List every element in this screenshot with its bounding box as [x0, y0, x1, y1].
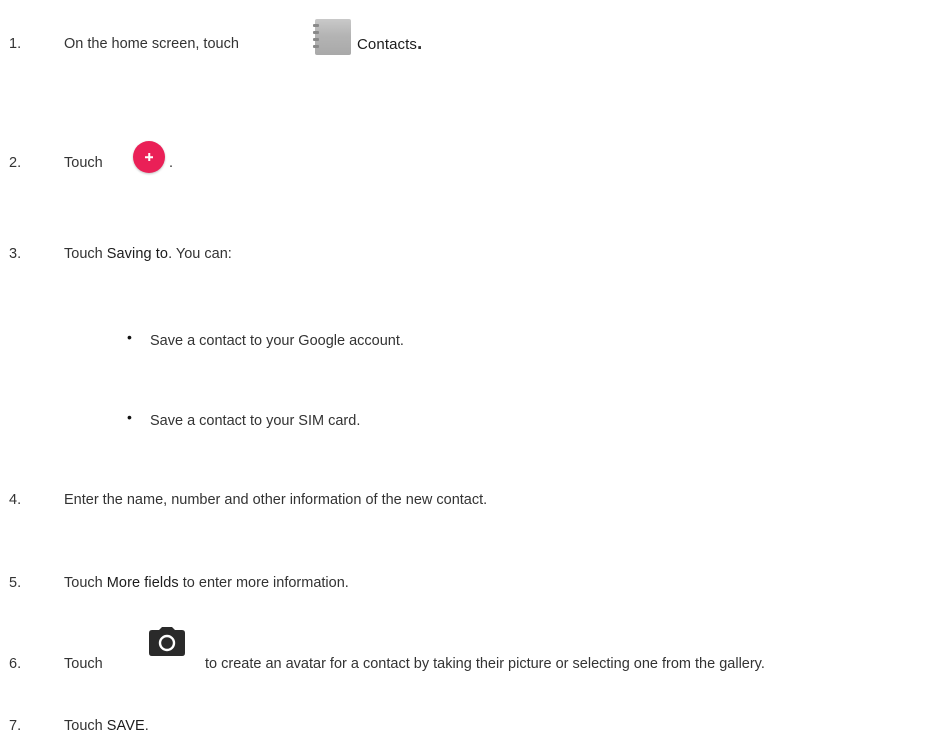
step-text: Touch Saving to. You can:	[64, 234, 232, 274]
step-text-after: .	[417, 33, 423, 54]
step-text: Touch More fields to enter more informat…	[64, 563, 349, 603]
step-text-before: Touch	[64, 155, 103, 171]
step-number: 6.	[9, 656, 22, 672]
step-3: 3. Touch Saving to. You can:	[0, 234, 927, 274]
step-text-before: Touch	[64, 718, 107, 734]
step-6: 6. Touch to create an avatar for a conta…	[0, 627, 927, 684]
save-label: SAVE	[106, 718, 145, 734]
step-text: Touch SAVE.	[64, 706, 149, 746]
saving-to-label: Saving to	[106, 246, 169, 262]
step-text-before: Touch	[64, 246, 107, 262]
step-number: 2.	[9, 155, 22, 171]
bullet-symbol: •	[127, 409, 132, 425]
step-number: 3.	[9, 246, 22, 262]
step-text-after: . You can:	[168, 246, 232, 262]
step-text: On the home screen, touch	[64, 24, 239, 64]
step-number: 5.	[9, 575, 22, 591]
step-text: Enter the name, number and other informa…	[64, 492, 488, 508]
bullet-item-2: • Save a contact to your SIM card.	[0, 401, 927, 441]
step-number: 1.	[9, 36, 22, 52]
more-fields-label: More fields	[106, 575, 179, 591]
add-contact-fab-icon	[133, 141, 165, 173]
bullet-symbol: •	[127, 329, 132, 345]
step-text-after: .	[144, 718, 149, 734]
contacts-label-wrap: Contacts.	[357, 24, 422, 65]
bullet-text: Save a contact to your Google account.	[150, 333, 404, 349]
step-text-before: On the home screen, touch	[64, 36, 239, 52]
step-text-after: to create an avatar for a contact by tak…	[205, 656, 765, 672]
bullet-text: Save a contact to your SIM card.	[150, 413, 361, 429]
step-2: 2. Touch .	[0, 141, 927, 183]
step-5: 5. Touch More fields to enter more infor…	[0, 563, 927, 603]
step-7: 7. Touch SAVE.	[0, 706, 927, 746]
bullet-item-1: • Save a contact to your Google account.	[0, 321, 927, 361]
step-text-after: .	[169, 155, 174, 171]
step-4: 4. Enter the name, number and other info…	[0, 480, 927, 520]
step-text-before: Touch	[64, 656, 103, 672]
step-1: 1. On the home screen, touch Contacts.	[0, 19, 927, 65]
step-text-before: Touch	[64, 575, 107, 591]
contacts-app-icon	[313, 19, 351, 55]
step-number: 7.	[9, 718, 22, 734]
step-number: 4.	[9, 492, 22, 508]
camera-icon	[149, 627, 185, 656]
step-text-after: to enter more information.	[178, 575, 349, 591]
contacts-label: Contacts	[357, 36, 417, 53]
